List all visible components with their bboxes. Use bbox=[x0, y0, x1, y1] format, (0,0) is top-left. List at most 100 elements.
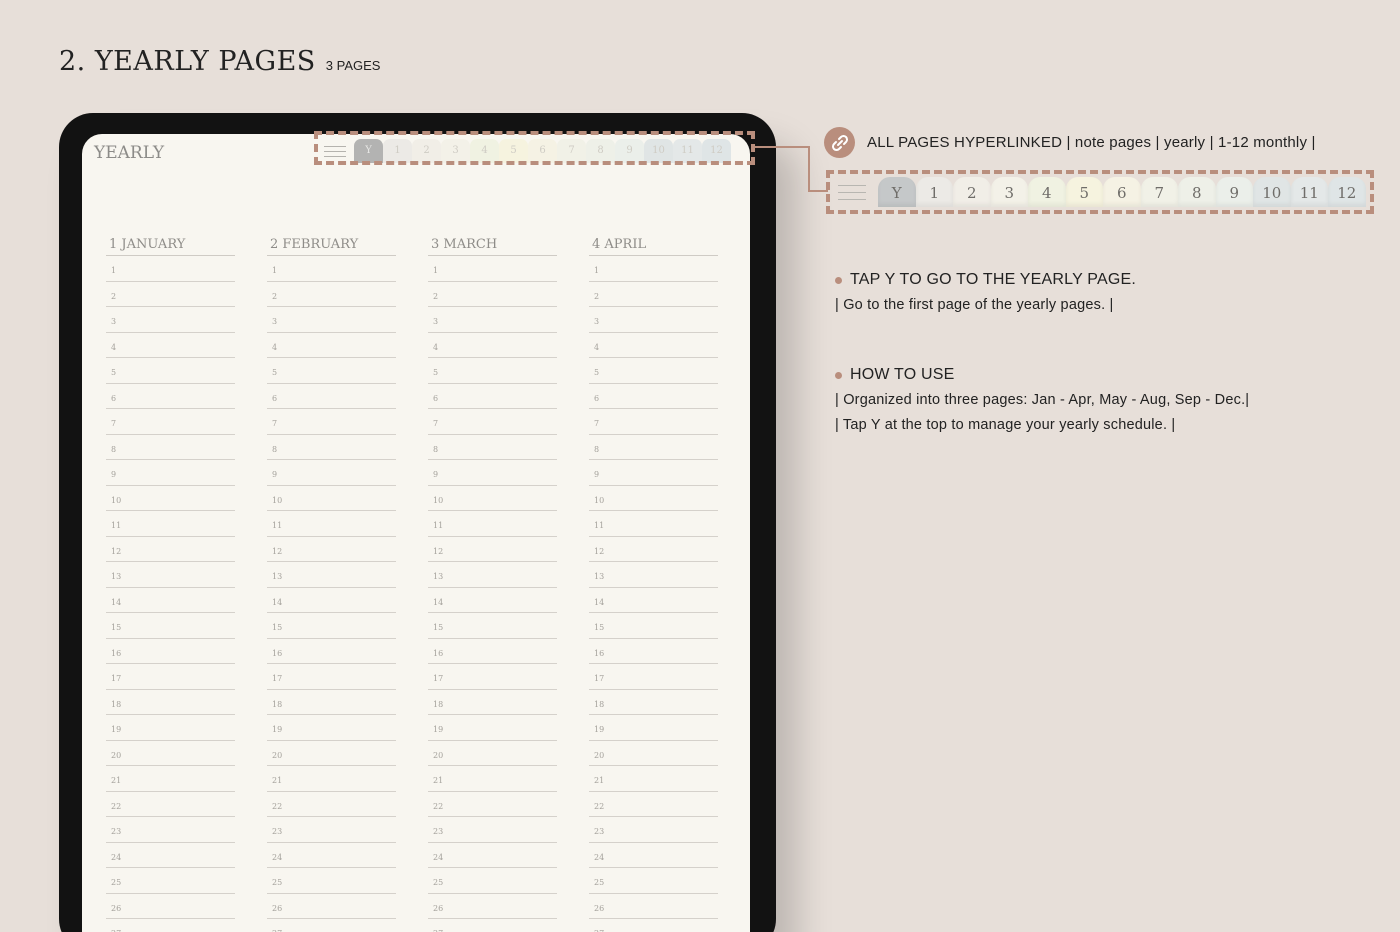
day-row[interactable]: 2 bbox=[428, 282, 557, 307]
day-row[interactable]: 27 bbox=[106, 919, 235, 932]
day-row[interactable]: 16 bbox=[428, 639, 557, 664]
day-row[interactable]: 18 bbox=[428, 690, 557, 715]
day-row[interactable]: 20 bbox=[267, 741, 396, 766]
day-row[interactable]: 3 bbox=[267, 307, 396, 333]
day-row[interactable]: 8 bbox=[267, 435, 396, 460]
day-row[interactable]: 15 bbox=[589, 613, 718, 639]
day-row[interactable]: 3 bbox=[428, 307, 557, 333]
day-row[interactable]: 5 bbox=[428, 358, 557, 384]
day-row[interactable]: 26 bbox=[267, 894, 396, 919]
tab-month-9[interactable]: 9 bbox=[1215, 177, 1253, 207]
day-row[interactable]: 8 bbox=[428, 435, 557, 460]
day-row[interactable]: 10 bbox=[589, 486, 718, 511]
day-row[interactable]: 21 bbox=[589, 766, 718, 792]
day-row[interactable]: 15 bbox=[428, 613, 557, 639]
day-row[interactable]: 21 bbox=[428, 766, 557, 792]
day-row[interactable]: 19 bbox=[106, 715, 235, 741]
day-row[interactable]: 3 bbox=[106, 307, 235, 333]
day-row[interactable]: 5 bbox=[589, 358, 718, 384]
day-row[interactable]: 15 bbox=[106, 613, 235, 639]
tab-month-12[interactable]: 12 bbox=[1328, 177, 1366, 207]
day-row[interactable]: 10 bbox=[428, 486, 557, 511]
day-row[interactable]: 20 bbox=[428, 741, 557, 766]
day-row[interactable]: 5 bbox=[267, 358, 396, 384]
day-row[interactable]: 14 bbox=[589, 588, 718, 613]
day-row[interactable]: 13 bbox=[106, 562, 235, 588]
day-row[interactable]: 1 bbox=[267, 256, 396, 282]
day-row[interactable]: 22 bbox=[589, 792, 718, 817]
day-row[interactable]: 14 bbox=[267, 588, 396, 613]
day-row[interactable]: 27 bbox=[267, 919, 396, 932]
day-row[interactable]: 7 bbox=[106, 409, 235, 435]
day-row[interactable]: 22 bbox=[267, 792, 396, 817]
day-row[interactable]: 5 bbox=[106, 358, 235, 384]
day-row[interactable]: 27 bbox=[589, 919, 718, 932]
day-row[interactable]: 21 bbox=[106, 766, 235, 792]
day-row[interactable]: 2 bbox=[589, 282, 718, 307]
day-row[interactable]: 19 bbox=[267, 715, 396, 741]
day-row[interactable]: 7 bbox=[589, 409, 718, 435]
tab-month-8[interactable]: 8 bbox=[1178, 177, 1216, 207]
day-row[interactable]: 16 bbox=[589, 639, 718, 664]
day-row[interactable]: 12 bbox=[428, 537, 557, 562]
day-row[interactable]: 18 bbox=[106, 690, 235, 715]
day-row[interactable]: 8 bbox=[589, 435, 718, 460]
day-row[interactable]: 19 bbox=[589, 715, 718, 741]
day-row[interactable]: 25 bbox=[106, 868, 235, 894]
day-row[interactable]: 11 bbox=[589, 511, 718, 537]
day-row[interactable]: 13 bbox=[428, 562, 557, 588]
day-row[interactable]: 23 bbox=[267, 817, 396, 843]
tab-month-3[interactable]: 3 bbox=[990, 177, 1028, 207]
day-row[interactable]: 13 bbox=[267, 562, 396, 588]
day-row[interactable]: 23 bbox=[106, 817, 235, 843]
day-row[interactable]: 9 bbox=[106, 460, 235, 486]
day-row[interactable]: 17 bbox=[589, 664, 718, 690]
day-row[interactable]: 25 bbox=[428, 868, 557, 894]
tab-yearly[interactable]: Y bbox=[878, 177, 916, 207]
day-row[interactable]: 6 bbox=[589, 384, 718, 409]
day-row[interactable]: 16 bbox=[106, 639, 235, 664]
day-row[interactable]: 26 bbox=[106, 894, 235, 919]
day-row[interactable]: 22 bbox=[428, 792, 557, 817]
day-row[interactable]: 23 bbox=[589, 817, 718, 843]
day-row[interactable]: 18 bbox=[267, 690, 396, 715]
day-row[interactable]: 16 bbox=[267, 639, 396, 664]
tab-month-7[interactable]: 7 bbox=[1140, 177, 1178, 207]
day-row[interactable]: 22 bbox=[106, 792, 235, 817]
tab-month-10[interactable]: 10 bbox=[1253, 177, 1291, 207]
day-row[interactable]: 6 bbox=[267, 384, 396, 409]
day-row[interactable]: 17 bbox=[106, 664, 235, 690]
day-row[interactable]: 7 bbox=[267, 409, 396, 435]
day-row[interactable]: 9 bbox=[267, 460, 396, 486]
tab-month-1[interactable]: 1 bbox=[915, 177, 953, 207]
day-row[interactable]: 11 bbox=[267, 511, 396, 537]
day-row[interactable]: 12 bbox=[267, 537, 396, 562]
tab-month-4[interactable]: 4 bbox=[1028, 177, 1066, 207]
day-row[interactable]: 25 bbox=[267, 868, 396, 894]
day-row[interactable]: 17 bbox=[428, 664, 557, 690]
day-row[interactable]: 8 bbox=[106, 435, 235, 460]
day-row[interactable]: 3 bbox=[589, 307, 718, 333]
tab-month-6[interactable]: 6 bbox=[1103, 177, 1141, 207]
day-row[interactable]: 11 bbox=[428, 511, 557, 537]
day-row[interactable]: 9 bbox=[589, 460, 718, 486]
day-row[interactable]: 18 bbox=[589, 690, 718, 715]
day-row[interactable]: 14 bbox=[428, 588, 557, 613]
day-row[interactable]: 24 bbox=[589, 843, 718, 868]
day-row[interactable]: 13 bbox=[589, 562, 718, 588]
day-row[interactable]: 6 bbox=[428, 384, 557, 409]
day-row[interactable]: 25 bbox=[589, 868, 718, 894]
day-row[interactable]: 6 bbox=[106, 384, 235, 409]
day-row[interactable]: 27 bbox=[428, 919, 557, 932]
day-row[interactable]: 10 bbox=[267, 486, 396, 511]
day-row[interactable]: 12 bbox=[106, 537, 235, 562]
day-row[interactable]: 4 bbox=[428, 333, 557, 358]
day-row[interactable]: 26 bbox=[589, 894, 718, 919]
day-row[interactable]: 12 bbox=[589, 537, 718, 562]
day-row[interactable]: 24 bbox=[428, 843, 557, 868]
day-row[interactable]: 19 bbox=[428, 715, 557, 741]
day-row[interactable]: 10 bbox=[106, 486, 235, 511]
day-row[interactable]: 24 bbox=[106, 843, 235, 868]
day-row[interactable]: 2 bbox=[267, 282, 396, 307]
day-row[interactable]: 14 bbox=[106, 588, 235, 613]
